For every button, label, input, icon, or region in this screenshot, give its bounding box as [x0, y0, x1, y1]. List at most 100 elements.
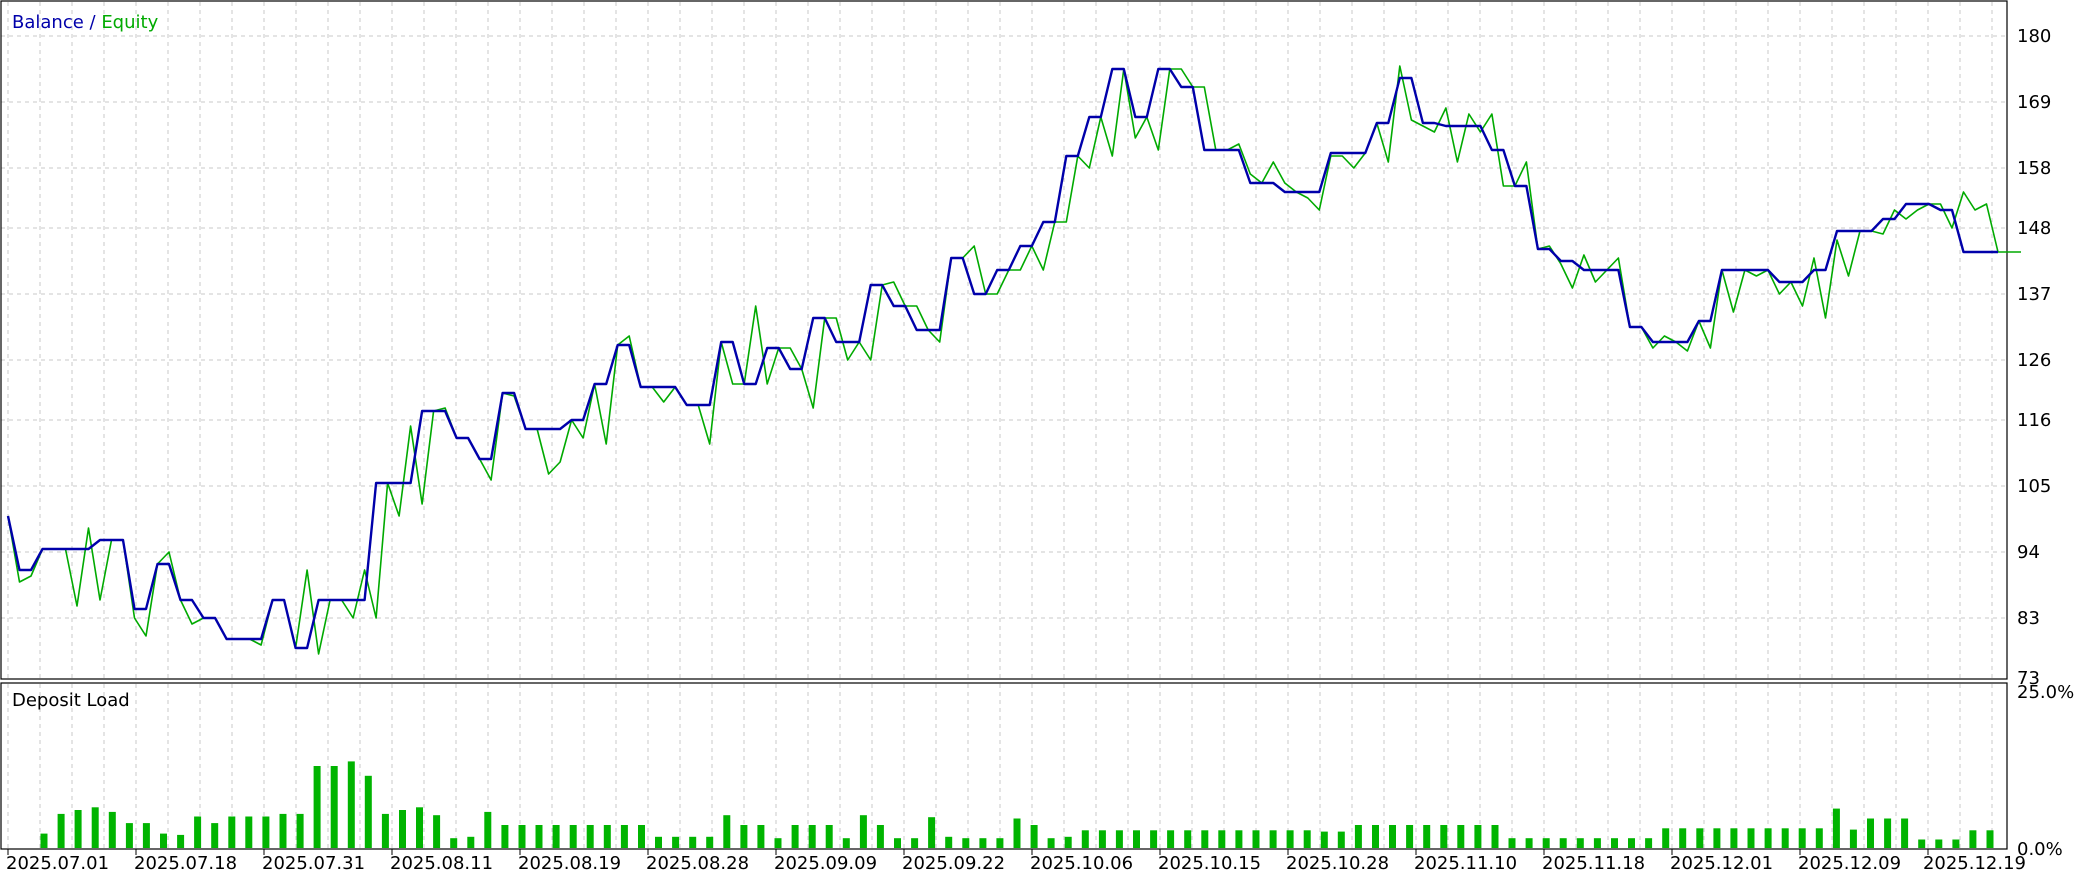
deposit-load-bar: [1696, 828, 1704, 848]
deposit-load-bar: [1593, 838, 1601, 848]
deposit-load-bar: [1764, 828, 1772, 848]
deposit-load-bar: [791, 825, 799, 848]
deposit-load-bar: [1320, 831, 1328, 848]
balance-equity-lines: [6, 65, 2021, 655]
deposit-load-bar: [1013, 818, 1021, 848]
deposit-load-bar: [655, 836, 662, 848]
deposit-load-bar: [40, 833, 48, 848]
deposit-load-bar: [1201, 830, 1209, 848]
deposit-load-bar: [586, 825, 594, 848]
x-axis-labels: 2025.07.01 2025.07.18 2025.07.31 2025.08.11…: [6, 849, 2026, 874]
x-tick-label: 2025.08.11: [390, 853, 493, 872]
deposit-load-bar: [620, 825, 628, 848]
deposit-load-bar: [313, 766, 321, 848]
deposit-load-bar: [1030, 825, 1038, 848]
main-plot-frame: [0, 0, 2008, 680]
deposit-load-bar: [1730, 828, 1738, 848]
deposit-load-bar: [979, 838, 987, 848]
x-tick-label: 2025.10.06: [1030, 853, 1133, 872]
x-tick-label: 2025.07.18: [134, 853, 237, 872]
deposit-load-bar: [1406, 825, 1414, 848]
deposit-load-bar: [1901, 818, 1909, 848]
deposit-load-bars: [40, 761, 1994, 848]
x-tick-label: 2025.09.09: [774, 853, 877, 872]
deposit-load-bar: [1628, 838, 1635, 848]
deposit-load-bar: [1354, 825, 1362, 848]
y-tick-label: 116: [2017, 410, 2051, 431]
x-tick-label: 2025.08.28: [646, 853, 749, 872]
deposit-load-bar: [1474, 825, 1482, 848]
deposit-load-bar: [279, 813, 287, 848]
deposit-load-bar: [484, 811, 492, 848]
deposit-load-bar: [1918, 839, 1926, 848]
deposit-load-bar: [1337, 831, 1345, 848]
deposit-load-bar: [1713, 828, 1721, 848]
deposit-load-bar: [160, 833, 167, 848]
deposit-load-bar: [1252, 830, 1260, 848]
legend-balance: Balance: [12, 12, 84, 33]
deposit-load-bar: [1559, 838, 1567, 848]
deposit-load-bar: [91, 807, 99, 848]
deposit-load-bar: [416, 807, 423, 848]
deposit-load-bar: [74, 810, 82, 848]
deposit-load-bar: [569, 825, 577, 848]
deposit-load-bar: [552, 825, 560, 848]
deposit-load-bar: [1457, 825, 1465, 848]
x-tick-label: 2025.12.01: [1670, 853, 1773, 872]
deposit-load-title: Deposit Load: [12, 690, 130, 711]
y-tick-label: 105: [2017, 476, 2051, 497]
deposit-load-bar: [894, 838, 901, 848]
deposit-load-bar: [450, 838, 458, 848]
deposit-load-bar: [177, 834, 185, 848]
y-tick-label: 148: [2017, 218, 2051, 239]
deposit-load-bar: [1832, 808, 1840, 848]
deposit-load-bar: [689, 836, 697, 848]
x-tick-label: 2025.08.19: [518, 853, 621, 872]
deposit-load-bar: [1747, 828, 1755, 848]
deposit-load-bar: [825, 825, 833, 848]
deposit-load-bar: [706, 836, 714, 848]
deposit-load-bar: [228, 816, 236, 848]
deposit-load-bar: [928, 817, 936, 848]
deposit-load-bar: [1952, 839, 1960, 848]
deposit-load-bar: [399, 810, 406, 848]
deposit-load-bar: [1286, 830, 1294, 848]
y-axis-labels: 180169158148137126116105948373: [2017, 26, 2051, 689]
deposit-load-bar: [501, 825, 509, 848]
x-tick-label: 2025.09.22: [902, 853, 1005, 872]
deposit-load-bar: [364, 775, 372, 848]
deposit-load-bar: [996, 838, 1004, 848]
deposit-load-bar: [774, 838, 782, 848]
x-tick-label: 2025.07.01: [6, 853, 109, 872]
deposit-load-bar: [1798, 828, 1806, 848]
x-tick-label: 2025.11.10: [1414, 853, 1517, 872]
deposit-load-bar: [262, 816, 270, 848]
deposit-load-bar: [1423, 825, 1431, 848]
deposit-y-tick-label: 25.0%: [2017, 682, 2074, 703]
deposit-load-bar: [381, 813, 389, 848]
deposit-load-bar: [1576, 838, 1584, 848]
deposit-load-bar: [211, 823, 219, 848]
deposit-load-bar: [1372, 825, 1379, 848]
deposit-load-bar: [57, 813, 65, 848]
y-tick-label: 126: [2017, 350, 2051, 371]
main-grid: [1, 2, 2007, 678]
deposit-load-bar: [1508, 838, 1516, 848]
deposit-load-bar: [1150, 830, 1158, 848]
deposit-load-bar: [962, 838, 970, 848]
deposit-load-bar: [1235, 830, 1243, 848]
deposit-load-bar: [1167, 830, 1175, 848]
deposit-load-bar: [1986, 830, 1994, 848]
deposit-load-bar: [911, 838, 919, 848]
deposit-load-bar: [1098, 830, 1106, 848]
deposit-load-bar: [1047, 838, 1055, 848]
x-tick-label: 2025.10.15: [1158, 853, 1261, 872]
deposit-load-bar: [1389, 825, 1396, 848]
deposit-load-bar: [330, 766, 338, 848]
deposit-load-bar: [1645, 838, 1653, 848]
legend-equity: Equity: [101, 12, 158, 33]
deposit-load-bar: [859, 815, 867, 848]
y-tick-label: 180: [2017, 26, 2051, 47]
deposit-load-bar: [1611, 838, 1618, 848]
deposit-load-bar: [1935, 839, 1943, 848]
